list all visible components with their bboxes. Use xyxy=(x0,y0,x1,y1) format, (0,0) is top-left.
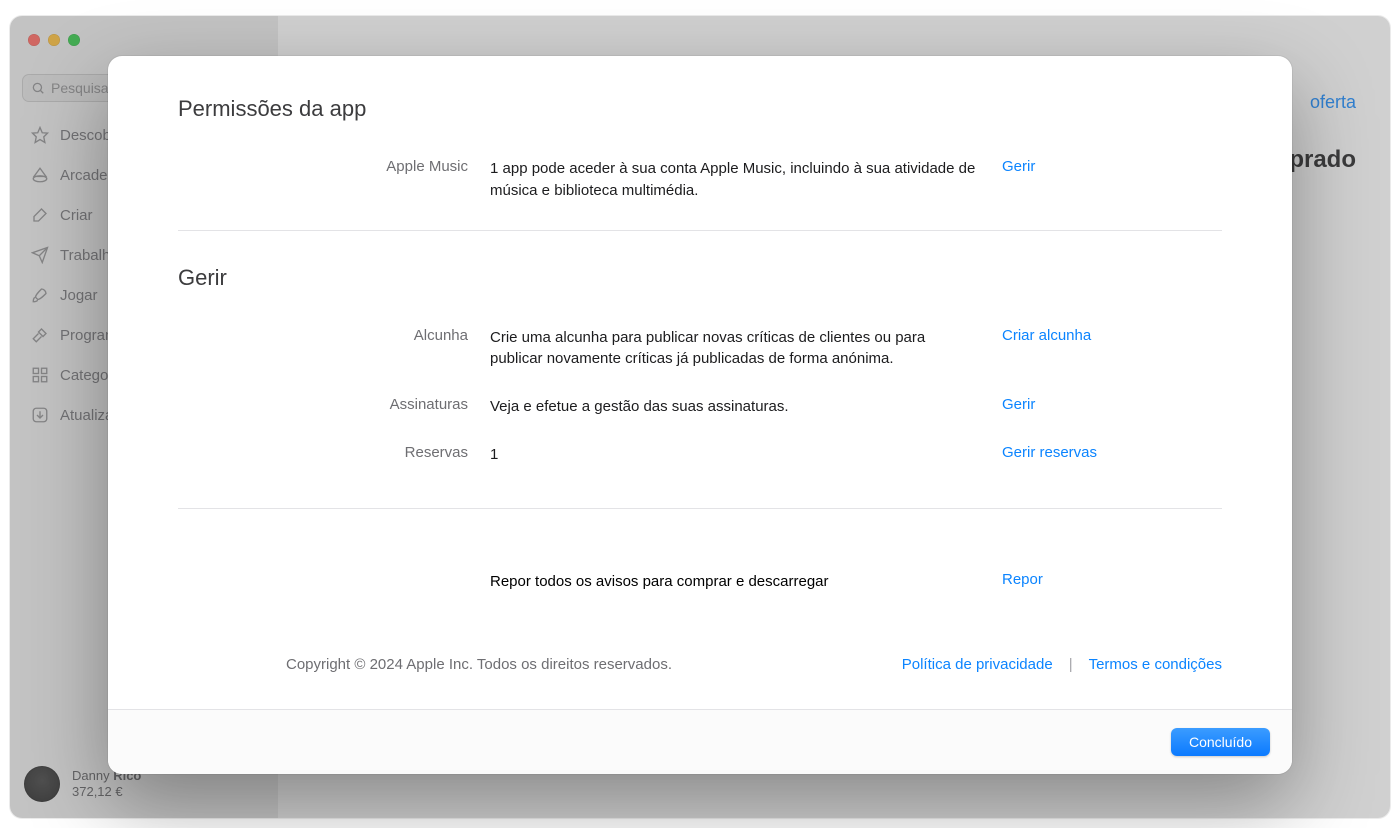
row-desc: Repor todos os avisos para comprar e des… xyxy=(490,571,980,593)
copyright-text: Copyright © 2024 Apple Inc. Todos os dir… xyxy=(286,656,672,673)
row-label: Assinaturas xyxy=(178,396,468,418)
minimize-window-button[interactable] xyxy=(48,34,60,46)
modal-body: Permissões da app Apple Music 1 app pode… xyxy=(108,56,1292,709)
brush-icon xyxy=(30,206,50,224)
legal-footer: Copyright © 2024 Apple Inc. Todos os dir… xyxy=(178,604,1222,709)
sidebar-item-label: Jogar xyxy=(60,287,98,304)
sidebar-item-label: Criar xyxy=(60,207,93,224)
download-icon xyxy=(30,406,50,424)
section-title-permissions: Permissões da app xyxy=(178,96,1222,122)
sidebar-item-label: Arcade xyxy=(60,167,108,184)
row-preorders: Reservas 1 Gerir reservas xyxy=(178,436,1222,484)
maximize-window-button[interactable] xyxy=(68,34,80,46)
row-desc: Veja e efetue a gestão das suas assinatu… xyxy=(490,396,980,418)
divider xyxy=(178,508,1222,509)
manage-preorders-link[interactable]: Gerir reservas xyxy=(1002,444,1222,466)
modal-footer: Concluído xyxy=(108,709,1292,774)
row-nickname: Alcunha Crie uma alcunha para publicar n… xyxy=(178,319,1222,389)
avatar xyxy=(24,766,60,802)
rocket-icon xyxy=(30,286,50,304)
privacy-policy-link[interactable]: Política de privacidade xyxy=(902,656,1053,673)
divider xyxy=(178,230,1222,231)
row-label: Apple Music xyxy=(178,158,468,202)
grid-icon xyxy=(30,366,50,384)
star-icon xyxy=(30,126,50,144)
paperplane-icon xyxy=(30,246,50,264)
redeem-offer-link[interactable]: oferta xyxy=(1310,92,1356,113)
section-title-manage: Gerir xyxy=(178,265,1222,291)
row-label: Reservas xyxy=(178,444,468,466)
manage-subscriptions-link[interactable]: Gerir xyxy=(1002,396,1222,418)
row-desc: Crie uma alcunha para publicar novas crí… xyxy=(490,327,980,371)
row-desc: 1 app pode aceder à sua conta Apple Musi… xyxy=(490,158,980,202)
reset-warnings-link[interactable]: Repor xyxy=(1002,571,1222,593)
manage-apple-music-link[interactable]: Gerir xyxy=(1002,158,1222,202)
search-placeholder: Pesquisa xyxy=(51,80,109,96)
terms-link[interactable]: Termos e condições xyxy=(1089,656,1222,673)
create-nickname-link[interactable]: Criar alcunha xyxy=(1002,327,1222,371)
hammer-icon xyxy=(30,326,50,344)
row-subscriptions: Assinaturas Veja e efetue a gestão das s… xyxy=(178,388,1222,436)
row-apple-music: Apple Music 1 app pode aceder à sua cont… xyxy=(178,150,1222,220)
row-reset-warnings: Repor todos os avisos para comprar e des… xyxy=(178,543,1222,605)
row-desc: 1 xyxy=(490,444,980,466)
purchased-heading-fragment: prado xyxy=(1289,146,1356,174)
done-button[interactable]: Concluído xyxy=(1171,728,1270,756)
separator: | xyxy=(1069,656,1073,673)
user-balance: 372,12 € xyxy=(72,784,141,800)
close-window-button[interactable] xyxy=(28,34,40,46)
window-controls xyxy=(28,34,80,46)
arcade-icon xyxy=(30,166,50,184)
account-settings-modal: Permissões da app Apple Music 1 app pode… xyxy=(108,56,1292,774)
row-label: Alcunha xyxy=(178,327,468,371)
search-icon xyxy=(31,81,45,95)
